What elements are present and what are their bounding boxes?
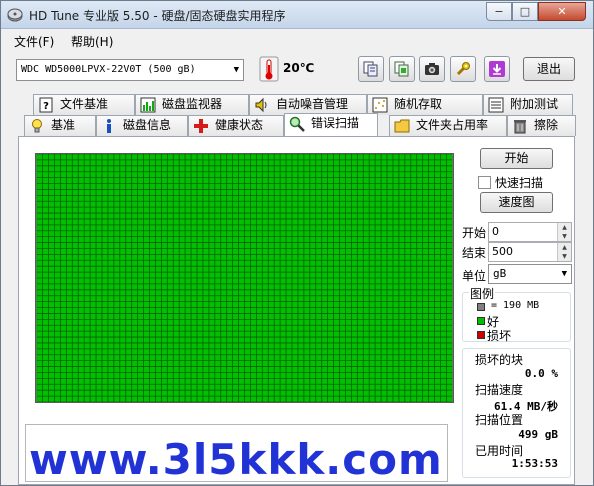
close-button[interactable]: ✕ bbox=[538, 2, 586, 21]
tab-label: 附加测试 bbox=[510, 97, 559, 111]
tab-row-top: ? 文件基准 磁盘监视器 自动噪音管理 随机存取 附加测试 bbox=[33, 94, 573, 115]
watermark-text: www.3l5kkk.com bbox=[29, 435, 443, 484]
scan-speed-label: 扫描速度 bbox=[475, 383, 524, 397]
tab-label: 基准 bbox=[51, 118, 76, 132]
tab-folder-usage[interactable]: 文件夹占用率 bbox=[389, 115, 507, 136]
tab-label: 文件基准 bbox=[60, 97, 109, 111]
app-window: HD Tune 专业版 5.50 - 硬盘/固态硬盘实用程序 − □ ✕ 文件(… bbox=[0, 0, 594, 486]
options-button[interactable] bbox=[450, 56, 476, 82]
copy-info-icon bbox=[363, 61, 378, 77]
speaker-icon bbox=[255, 97, 267, 113]
tab-extra-tests[interactable]: 附加测试 bbox=[483, 94, 573, 115]
tab-disk-monitor[interactable]: 磁盘监视器 bbox=[135, 94, 249, 115]
start-position-input[interactable]: 0 ▲ ▼ bbox=[488, 222, 572, 242]
minimize-button[interactable]: − bbox=[486, 2, 512, 21]
save-icon bbox=[489, 61, 505, 77]
svg-text:?: ? bbox=[43, 101, 49, 112]
drive-select[interactable]: WDC WD5000LPVX-22V0T (500 gB) ▼ bbox=[16, 59, 244, 81]
damaged-blocks-label: 损坏的块 bbox=[475, 353, 524, 367]
tab-noise-management[interactable]: 自动噪音管理 bbox=[249, 94, 367, 115]
tab-label: 磁盘信息 bbox=[123, 118, 172, 132]
tab-label: 磁盘监视器 bbox=[162, 97, 223, 111]
options-icon bbox=[456, 62, 470, 76]
title-bar: HD Tune 专业版 5.50 - 硬盘/固态硬盘实用程序 − □ ✕ bbox=[1, 1, 593, 29]
tab-erase[interactable]: 擦除 bbox=[507, 115, 576, 136]
damaged-blocks-value: 0.0 % bbox=[524, 367, 558, 380]
quick-scan-label: 快速扫描 bbox=[495, 176, 544, 190]
tab-health[interactable]: 健康状态 bbox=[188, 115, 284, 136]
copy-info-button[interactable] bbox=[358, 56, 384, 82]
unit-select[interactable]: gB ▼ bbox=[488, 264, 572, 284]
tab-label: 自动噪音管理 bbox=[276, 97, 349, 111]
unit-value: gB bbox=[493, 267, 507, 280]
block-swatch bbox=[477, 303, 485, 311]
start-position-value: 0 bbox=[492, 225, 499, 238]
tab-benchmark[interactable]: 基准 bbox=[24, 115, 96, 136]
tab-file-benchmark[interactable]: ? 文件基准 bbox=[33, 94, 135, 115]
benchmark-icon bbox=[32, 119, 42, 133]
tab-label: 错误扫描 bbox=[311, 116, 360, 130]
menu-bar: 文件(F) 帮助(H) bbox=[1, 30, 593, 50]
error-scan-icon bbox=[289, 116, 305, 132]
random-access-icon bbox=[372, 97, 388, 113]
toolbar: WDC WD5000LPVX-22V0T (500 gB) ▼ 20℃ 退出 bbox=[1, 53, 593, 87]
menu-file[interactable]: 文件(F) bbox=[14, 33, 54, 50]
block-size-label: = 190 MB bbox=[491, 300, 540, 311]
copy-screen-button[interactable] bbox=[389, 56, 415, 82]
chevron-down-icon: ▼ bbox=[233, 65, 239, 75]
maximize-button[interactable]: □ bbox=[512, 2, 538, 21]
exit-button[interactable]: 退出 bbox=[523, 57, 575, 81]
thermometer-icon bbox=[259, 56, 279, 82]
speed-map-button[interactable]: 速度图 bbox=[480, 192, 553, 213]
chevron-down-icon: ▼ bbox=[561, 269, 567, 279]
drive-select-value: WDC WD5000LPVX-22V0T (500 gB) bbox=[21, 64, 196, 75]
tab-label: 健康状态 bbox=[215, 118, 264, 132]
spin-down-icon[interactable]: ▼ bbox=[557, 252, 571, 261]
screenshot-button[interactable] bbox=[419, 56, 445, 82]
health-icon bbox=[194, 119, 208, 133]
start-scan-button[interactable]: 开始 bbox=[480, 148, 553, 169]
trash-icon bbox=[514, 120, 526, 134]
end-position-value: 500 bbox=[492, 245, 513, 258]
menu-help[interactable]: 帮助(H) bbox=[71, 33, 113, 50]
spin-up-icon[interactable]: ▲ bbox=[557, 223, 571, 232]
save-button[interactable] bbox=[484, 56, 510, 82]
legend: 图例 = 190 MB 好 损坏 bbox=[462, 285, 571, 343]
window-title: HD Tune 专业版 5.50 - 硬盘/固态硬盘实用程序 bbox=[29, 9, 286, 23]
info-icon bbox=[107, 119, 111, 133]
tab-label: 擦除 bbox=[534, 118, 559, 132]
scan-position-label: 扫描位置 bbox=[475, 413, 524, 427]
camera-icon bbox=[425, 63, 439, 75]
start-position-label: 开始 bbox=[462, 226, 487, 240]
tab-label: 文件夹占用率 bbox=[416, 118, 489, 132]
quick-scan-checkbox[interactable] bbox=[478, 176, 491, 189]
folder-icon bbox=[394, 119, 410, 133]
spin-up-icon[interactable]: ▲ bbox=[557, 243, 571, 252]
file-benchmark-icon: ? bbox=[39, 97, 53, 113]
bad-swatch bbox=[477, 331, 485, 339]
spin-down-icon[interactable]: ▼ bbox=[557, 232, 571, 241]
disk-monitor-icon bbox=[140, 97, 156, 113]
copy-screen-icon bbox=[394, 61, 409, 77]
end-position-input[interactable]: 500 ▲ ▼ bbox=[488, 242, 572, 262]
block-map bbox=[35, 153, 454, 403]
unit-label: 单位 bbox=[462, 269, 487, 283]
tab-disk-info[interactable]: 磁盘信息 bbox=[96, 115, 188, 136]
tab-random-access[interactable]: 随机存取 bbox=[367, 94, 483, 115]
temperature-readout: 20℃ bbox=[283, 61, 315, 75]
bad-label: 损坏 bbox=[487, 329, 512, 343]
extra-tests-icon bbox=[488, 97, 504, 113]
tab-row-bottom: 基准 磁盘信息 健康状态 错误扫描 文件夹占用率 擦除 bbox=[24, 113, 576, 136]
tab-label: 随机存取 bbox=[394, 97, 443, 111]
end-position-label: 结束 bbox=[462, 246, 487, 260]
tab-error-scan[interactable]: 错误扫描 bbox=[284, 113, 378, 136]
good-swatch bbox=[477, 317, 485, 325]
app-icon bbox=[7, 8, 23, 22]
